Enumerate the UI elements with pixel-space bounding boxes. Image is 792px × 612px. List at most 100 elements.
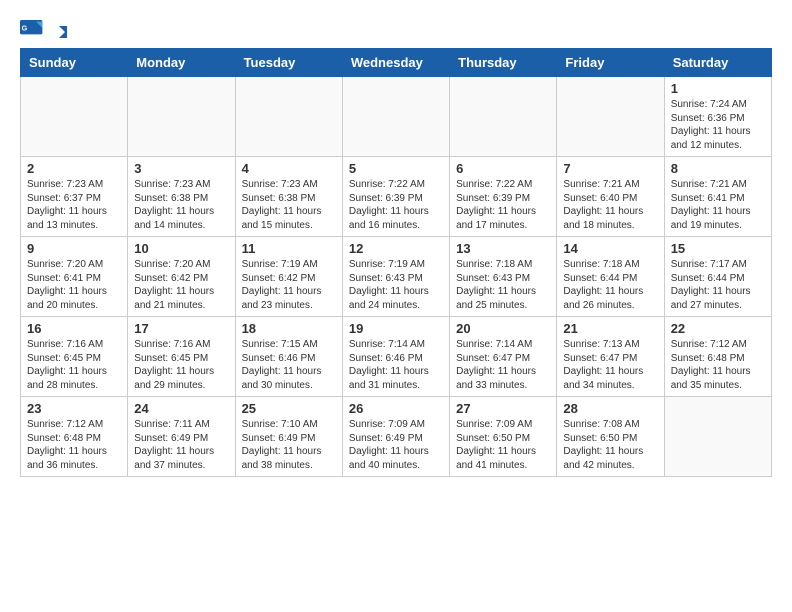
- calendar-cell: 21 Sunrise: 7:13 AM Sunset: 6:47 PM Dayli…: [557, 317, 664, 397]
- day-info: Sunrise: 7:12 AM Sunset: 6:48 PM Dayligh…: [671, 338, 765, 392]
- calendar-cell: 6 Sunrise: 7:22 AM Sunset: 6:39 PM Daylig…: [450, 157, 557, 237]
- day-number: 16: [27, 321, 121, 336]
- day-number: 12: [349, 241, 443, 256]
- weekday-header-friday: Friday: [557, 49, 664, 77]
- calendar-cell: [128, 77, 235, 157]
- calendar-cell: 2 Sunrise: 7:23 AM Sunset: 6:37 PM Daylig…: [21, 157, 128, 237]
- day-number: 8: [671, 161, 765, 176]
- calendar-week-row: 1 Sunrise: 7:24 AM Sunset: 6:36 PM Daylig…: [21, 77, 772, 157]
- calendar-cell: 20Sunrise: 7:14 AM Sunset: 6:47 PM Dayli…: [450, 317, 557, 397]
- day-info: Sunrise: 7:19 AM Sunset: 6:43 PM Dayligh…: [349, 258, 443, 312]
- calendar-cell: 7 Sunrise: 7:21 AM Sunset: 6:40 PM Daylig…: [557, 157, 664, 237]
- day-info: Sunrise: 7:18 AM Sunset: 6:44 PM Dayligh…: [563, 258, 657, 312]
- calendar-week-row: 16 Sunrise: 7:16 AM Sunset: 6:45 PM Dayli…: [21, 317, 772, 397]
- day-info: Sunrise: 7:23 AM Sunset: 6:37 PM Dayligh…: [27, 178, 121, 232]
- weekday-header-row: SundayMondayTuesdayWednesdayThursdayFrid…: [21, 49, 772, 77]
- day-info: Sunrise: 7:15 AM Sunset: 6:46 PM Dayligh…: [242, 338, 336, 392]
- day-info: Sunrise: 7:11 AM Sunset: 6:49 PM Dayligh…: [134, 418, 228, 472]
- weekday-header-thursday: Thursday: [450, 49, 557, 77]
- calendar-cell: [664, 397, 771, 477]
- day-info: Sunrise: 7:09 AM Sunset: 6:49 PM Dayligh…: [349, 418, 443, 472]
- day-info: Sunrise: 7:24 AM Sunset: 6:36 PM Dayligh…: [671, 98, 765, 152]
- day-number: 17: [134, 321, 228, 336]
- day-number: 27: [456, 401, 550, 416]
- calendar-cell: 22 Sunrise: 7:12 AM Sunset: 6:48 PM Dayli…: [664, 317, 771, 397]
- calendar-cell: 12 Sunrise: 7:19 AM Sunset: 6:43 PM Dayli…: [342, 237, 449, 317]
- day-info: Sunrise: 7:20 AM Sunset: 6:42 PM Dayligh…: [134, 258, 228, 312]
- day-number: 22: [671, 321, 765, 336]
- day-info: Sunrise: 7:23 AM Sunset: 6:38 PM Dayligh…: [242, 178, 336, 232]
- day-info: Sunrise: 7:13 AM Sunset: 6:47 PM Dayligh…: [563, 338, 657, 392]
- calendar-cell: 10 Sunrise: 7:20 AM Sunset: 6:42 PM Dayli…: [128, 237, 235, 317]
- calendar-cell: [557, 77, 664, 157]
- calendar-cell: 26 Sunrise: 7:09 AM Sunset: 6:49 PM Dayli…: [342, 397, 449, 477]
- calendar-cell: 3 Sunrise: 7:23 AM Sunset: 6:38 PM Daylig…: [128, 157, 235, 237]
- calendar-cell: 5 Sunrise: 7:22 AM Sunset: 6:39 PM Daylig…: [342, 157, 449, 237]
- calendar-table: SundayMondayTuesdayWednesdayThursdayFrid…: [20, 48, 772, 477]
- calendar-cell: 4 Sunrise: 7:23 AM Sunset: 6:38 PM Daylig…: [235, 157, 342, 237]
- day-info: Sunrise: 7:21 AM Sunset: 6:40 PM Dayligh…: [563, 178, 657, 232]
- calendar-cell: 27Sunrise: 7:09 AM Sunset: 6:50 PM Dayli…: [450, 397, 557, 477]
- weekday-header-sunday: Sunday: [21, 49, 128, 77]
- day-number: 3: [134, 161, 228, 176]
- day-info: Sunrise: 7:23 AM Sunset: 6:38 PM Dayligh…: [134, 178, 228, 232]
- calendar-cell: 28 Sunrise: 7:08 AM Sunset: 6:50 PM Dayli…: [557, 397, 664, 477]
- day-info: Sunrise: 7:19 AM Sunset: 6:42 PM Dayligh…: [242, 258, 336, 312]
- calendar-cell: 17 Sunrise: 7:16 AM Sunset: 6:45 PM Dayli…: [128, 317, 235, 397]
- calendar-cell: 23 Sunrise: 7:12 AM Sunset: 6:48 PM Dayli…: [21, 397, 128, 477]
- weekday-header-monday: Monday: [128, 49, 235, 77]
- calendar-cell: 18 Sunrise: 7:15 AM Sunset: 6:46 PM Dayli…: [235, 317, 342, 397]
- day-info: Sunrise: 7:16 AM Sunset: 6:45 PM Dayligh…: [134, 338, 228, 392]
- svg-text:G: G: [22, 23, 28, 32]
- calendar-cell: 9Sunrise: 7:20 AM Sunset: 6:41 PM Daylig…: [21, 237, 128, 317]
- day-number: 4: [242, 161, 336, 176]
- calendar-cell: 24 Sunrise: 7:11 AM Sunset: 6:49 PM Dayli…: [128, 397, 235, 477]
- day-number: 24: [134, 401, 228, 416]
- day-info: Sunrise: 7:22 AM Sunset: 6:39 PM Dayligh…: [349, 178, 443, 232]
- day-number: 6: [456, 161, 550, 176]
- calendar-cell: 19 Sunrise: 7:14 AM Sunset: 6:46 PM Dayli…: [342, 317, 449, 397]
- day-number: 23: [27, 401, 121, 416]
- day-info: Sunrise: 7:10 AM Sunset: 6:49 PM Dayligh…: [242, 418, 336, 472]
- day-info: Sunrise: 7:17 AM Sunset: 6:44 PM Dayligh…: [671, 258, 765, 312]
- calendar-cell: 15 Sunrise: 7:17 AM Sunset: 6:44 PM Dayli…: [664, 237, 771, 317]
- calendar-cell: 13 Sunrise: 7:18 AM Sunset: 6:43 PM Dayli…: [450, 237, 557, 317]
- day-info: Sunrise: 7:14 AM Sunset: 6:46 PM Dayligh…: [349, 338, 443, 392]
- day-number: 19: [349, 321, 443, 336]
- weekday-header-wednesday: Wednesday: [342, 49, 449, 77]
- logo-icon: G: [20, 20, 44, 40]
- day-number: 1: [671, 81, 765, 96]
- day-number: 11: [242, 241, 336, 256]
- calendar-cell: 1 Sunrise: 7:24 AM Sunset: 6:36 PM Daylig…: [664, 77, 771, 157]
- day-info: Sunrise: 7:14 AM Sunset: 6:47 PM Dayligh…: [456, 338, 550, 392]
- day-number: 5: [349, 161, 443, 176]
- day-number: 13: [456, 241, 550, 256]
- calendar-week-row: 2 Sunrise: 7:23 AM Sunset: 6:37 PM Daylig…: [21, 157, 772, 237]
- day-number: 15: [671, 241, 765, 256]
- day-info: Sunrise: 7:22 AM Sunset: 6:39 PM Dayligh…: [456, 178, 550, 232]
- calendar-cell: [235, 77, 342, 157]
- calendar-week-row: 23 Sunrise: 7:12 AM Sunset: 6:48 PM Dayli…: [21, 397, 772, 477]
- calendar-cell: 8 Sunrise: 7:21 AM Sunset: 6:41 PM Daylig…: [664, 157, 771, 237]
- day-info: Sunrise: 7:21 AM Sunset: 6:41 PM Dayligh…: [671, 178, 765, 232]
- calendar-cell: [342, 77, 449, 157]
- calendar-cell: 25Sunrise: 7:10 AM Sunset: 6:49 PM Dayli…: [235, 397, 342, 477]
- day-number: 10: [134, 241, 228, 256]
- weekday-header-tuesday: Tuesday: [235, 49, 342, 77]
- day-info: Sunrise: 7:12 AM Sunset: 6:48 PM Dayligh…: [27, 418, 121, 472]
- day-number: 21: [563, 321, 657, 336]
- day-number: 7: [563, 161, 657, 176]
- day-number: 26: [349, 401, 443, 416]
- day-number: 2: [27, 161, 121, 176]
- day-info: Sunrise: 7:16 AM Sunset: 6:45 PM Dayligh…: [27, 338, 121, 392]
- day-info: Sunrise: 7:08 AM Sunset: 6:50 PM Dayligh…: [563, 418, 657, 472]
- logo-arrow-icon: [49, 25, 67, 39]
- day-number: 14: [563, 241, 657, 256]
- day-info: Sunrise: 7:18 AM Sunset: 6:43 PM Dayligh…: [456, 258, 550, 312]
- weekday-header-saturday: Saturday: [664, 49, 771, 77]
- day-number: 28: [563, 401, 657, 416]
- calendar-cell: [21, 77, 128, 157]
- day-number: 9: [27, 241, 121, 256]
- calendar-cell: [450, 77, 557, 157]
- day-number: 18: [242, 321, 336, 336]
